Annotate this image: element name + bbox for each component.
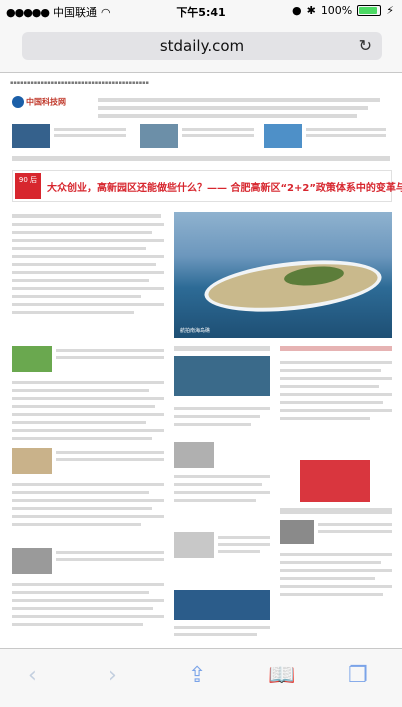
headline-banner[interactable]: 90 后 大众创业，高新园区还能做些什么？—— 合肥高新区“2+2”政策体系中的… — [12, 170, 402, 202]
feature-photo[interactable]: 航拍南海岛礁 — [174, 212, 392, 338]
bluetooth-icon: ✱ — [306, 4, 316, 17]
right-list-2[interactable] — [280, 548, 392, 638]
right-tabs[interactable] — [280, 508, 392, 514]
status-right: ● ✱ 100% ⚡ — [292, 4, 394, 17]
reload-icon[interactable]: ↻ — [359, 36, 372, 55]
battery-percent: 100% — [320, 4, 353, 17]
bottom-toolbar: ‹ › ⇪ 📖 ❐ — [0, 648, 402, 707]
right-photo[interactable] — [300, 460, 370, 502]
right-list-1[interactable] — [280, 356, 392, 444]
banner-thumb-1[interactable] — [12, 124, 50, 148]
photo-caption: 航拍南海岛礁 — [180, 328, 211, 334]
address-bar[interactable]: stdaily.com ↻ — [22, 32, 382, 60]
news-item-2[interactable] — [56, 448, 164, 474]
url-text[interactable]: stdaily.com — [22, 37, 382, 55]
forward-icon[interactable]: › — [108, 663, 117, 688]
mid-section-header — [174, 346, 270, 351]
mid-list-2[interactable] — [174, 470, 270, 526]
address-bar-area: stdaily.com ↻ — [0, 22, 402, 73]
banner-badge: 90 后 — [15, 173, 41, 199]
banner-text-3[interactable] — [306, 126, 386, 148]
news-item-3[interactable] — [56, 548, 164, 574]
top-links: ▪▪▪▪▪▪▪▪▪▪▪▪▪▪▪▪▪▪▪▪▪▪▪▪▪▪▪▪▪▪▪▪▪▪▪▪▪▪▪▪… — [10, 80, 149, 86]
site-navigation[interactable] — [98, 96, 392, 122]
right-list-2-head[interactable] — [318, 520, 392, 546]
mid-list-3[interactable] — [218, 532, 270, 576]
mid-thumb-2[interactable] — [174, 442, 214, 468]
back-icon[interactable]: ‹ — [28, 663, 37, 688]
site-logo[interactable]: 中国科技网 — [12, 96, 66, 108]
ticker[interactable] — [12, 156, 390, 161]
banner-thumb-2[interactable] — [140, 124, 178, 148]
mid-list-1[interactable] — [174, 402, 270, 442]
web-page[interactable]: ▪▪▪▪▪▪▪▪▪▪▪▪▪▪▪▪▪▪▪▪▪▪▪▪▪▪▪▪▪▪▪▪▪▪▪▪▪▪▪▪… — [0, 74, 402, 648]
news-thumb-3[interactable] — [12, 548, 52, 574]
lock-rotation-icon: ● — [291, 4, 302, 17]
news-list-3[interactable] — [12, 478, 164, 542]
news-thumb-2[interactable] — [12, 448, 52, 474]
status-bar: ●●●●● 中国联通 ◠ 下午5:41 ● ✱ 100% ⚡ — [0, 0, 402, 22]
share-icon[interactable]: ⇪ — [188, 663, 206, 688]
tabs-icon[interactable]: ❐ — [348, 663, 368, 688]
right-section-header — [280, 346, 392, 351]
banner-text-1[interactable] — [54, 126, 126, 148]
news-list-4[interactable] — [12, 578, 164, 644]
mid-list-4[interactable] — [174, 622, 270, 646]
bookmarks-icon[interactable]: 📖 — [268, 663, 295, 688]
banner-headline[interactable]: 大众创业，高新园区还能做些什么？—— 合肥高新区“2+2”政策体系中的变革与实践 — [47, 179, 402, 194]
news-list-1[interactable] — [12, 212, 164, 348]
news-list-2[interactable] — [12, 376, 164, 454]
battery-icon — [357, 5, 382, 16]
banner-thumb-3[interactable] — [264, 124, 302, 148]
news-thumb-plant[interactable] — [12, 346, 52, 372]
right-thumb-2[interactable] — [280, 520, 314, 544]
mid-thumb-1[interactable] — [174, 356, 270, 396]
charging-icon: ⚡ — [386, 4, 394, 17]
news-item-plant[interactable] — [56, 346, 164, 372]
mid-thumb-3[interactable] — [174, 532, 214, 558]
banner-text-2[interactable] — [182, 126, 254, 148]
mid-thumb-4[interactable] — [174, 590, 270, 620]
